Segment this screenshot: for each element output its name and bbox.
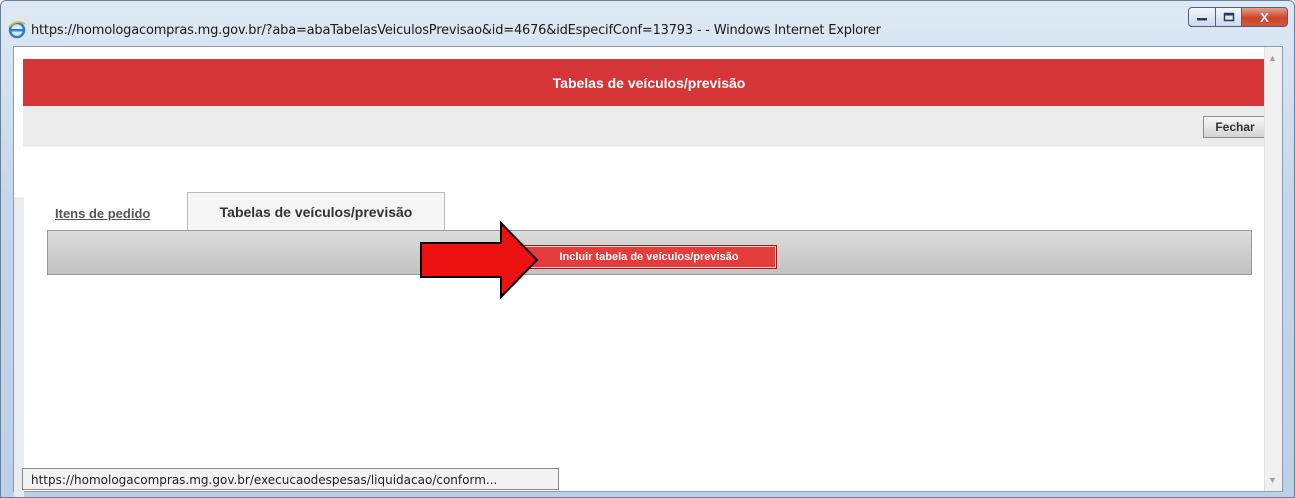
tab-tabelas-de-veiculos[interactable]: Tabelas de veículos/previsão xyxy=(187,192,445,230)
maximize-button[interactable] xyxy=(1216,7,1242,27)
window-controls: X xyxy=(1188,7,1288,29)
ie-icon xyxy=(8,21,26,39)
left-edge-strip xyxy=(14,197,24,497)
close-window-button[interactable]: X xyxy=(1242,7,1288,27)
page-viewport: Tabelas de veículos/previsão Fechar Iten… xyxy=(13,46,1283,497)
tab-panel-action-bar: Incluir tabela de veículos/previsão xyxy=(47,230,1252,275)
vertical-scrollbar[interactable]: ▲ ▼ xyxy=(1264,47,1282,491)
fechar-button[interactable]: Fechar xyxy=(1203,116,1267,138)
window-title: https://homologacompras.mg.gov.br/?aba=a… xyxy=(31,23,881,38)
tab-itens-de-pedido[interactable]: Itens de pedido xyxy=(55,206,185,230)
maximize-icon xyxy=(1223,12,1234,22)
page-header: Tabelas de veículos/previsão xyxy=(23,59,1275,106)
arrow-pointer-icon xyxy=(420,221,539,299)
scroll-down-icon[interactable]: ▼ xyxy=(1268,475,1277,485)
minimize-button[interactable] xyxy=(1188,7,1216,27)
scroll-up-icon[interactable]: ▲ xyxy=(1268,53,1277,63)
minimize-icon xyxy=(1197,18,1207,21)
browser-window: https://homologacompras.mg.gov.br/?aba=a… xyxy=(0,0,1295,498)
page-toolbar: Fechar xyxy=(23,106,1275,147)
close-icon: X xyxy=(1260,9,1269,25)
include-vehicle-table-button[interactable]: Incluir tabela de veículos/previsão xyxy=(521,245,777,269)
status-bar: https://homologacompras.mg.gov.br/execuc… xyxy=(22,468,559,490)
page-title: Tabelas de veículos/previsão xyxy=(552,74,746,91)
title-bar: https://homologacompras.mg.gov.br/?aba=a… xyxy=(1,1,1294,45)
